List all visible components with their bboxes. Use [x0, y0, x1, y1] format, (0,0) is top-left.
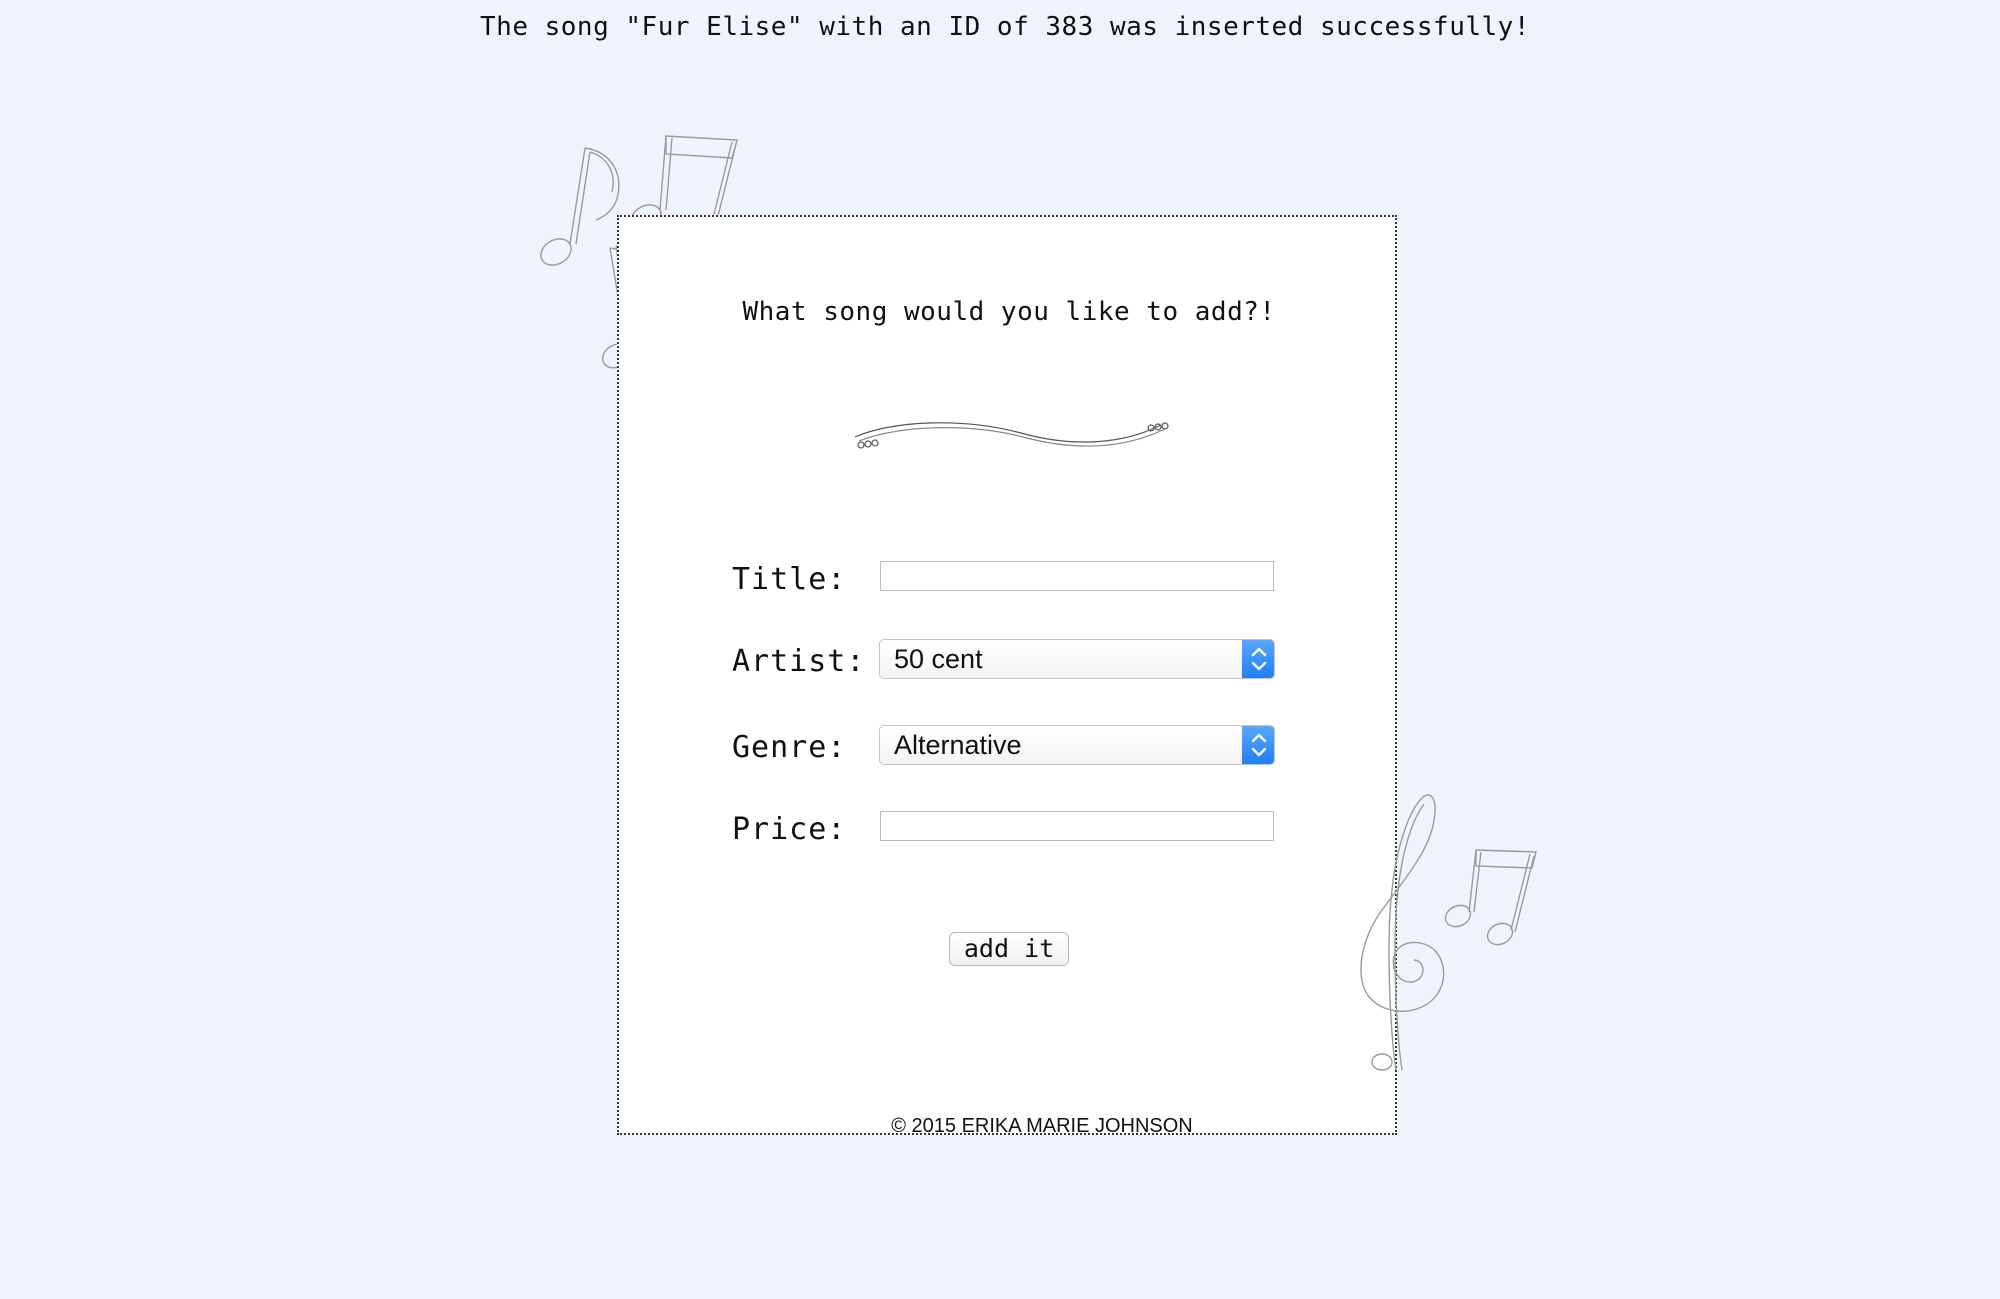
- artist-select-value: 50 cent: [894, 644, 983, 674]
- genre-label: Genre:: [732, 730, 847, 765]
- treble-clef-icon: [1360, 794, 1537, 1071]
- chevron-updown-icon: [1242, 640, 1274, 678]
- price-input[interactable]: [880, 811, 1274, 841]
- genre-select[interactable]: Alternative: [879, 725, 1275, 765]
- status-message: The song "Fur Elise" with an ID of 383 w…: [480, 12, 1530, 42]
- artist-label: Artist:: [732, 644, 866, 679]
- title-label: Title:: [732, 562, 847, 597]
- wavy-divider-icon: [854, 422, 1169, 449]
- add-it-button[interactable]: add it: [949, 932, 1069, 966]
- copyright-footer: © 2015 ERIKA MARIE JOHNSON: [891, 1115, 1193, 1137]
- artist-select[interactable]: 50 cent: [879, 639, 1275, 679]
- genre-select-value: Alternative: [894, 730, 1022, 760]
- add-song-card: What song would you like to add?! Title:…: [617, 215, 1397, 1137]
- price-label: Price:: [732, 812, 847, 847]
- title-input[interactable]: [880, 561, 1274, 591]
- form-heading: What song would you like to add?!: [742, 297, 1276, 327]
- chevron-updown-icon: [1242, 726, 1274, 764]
